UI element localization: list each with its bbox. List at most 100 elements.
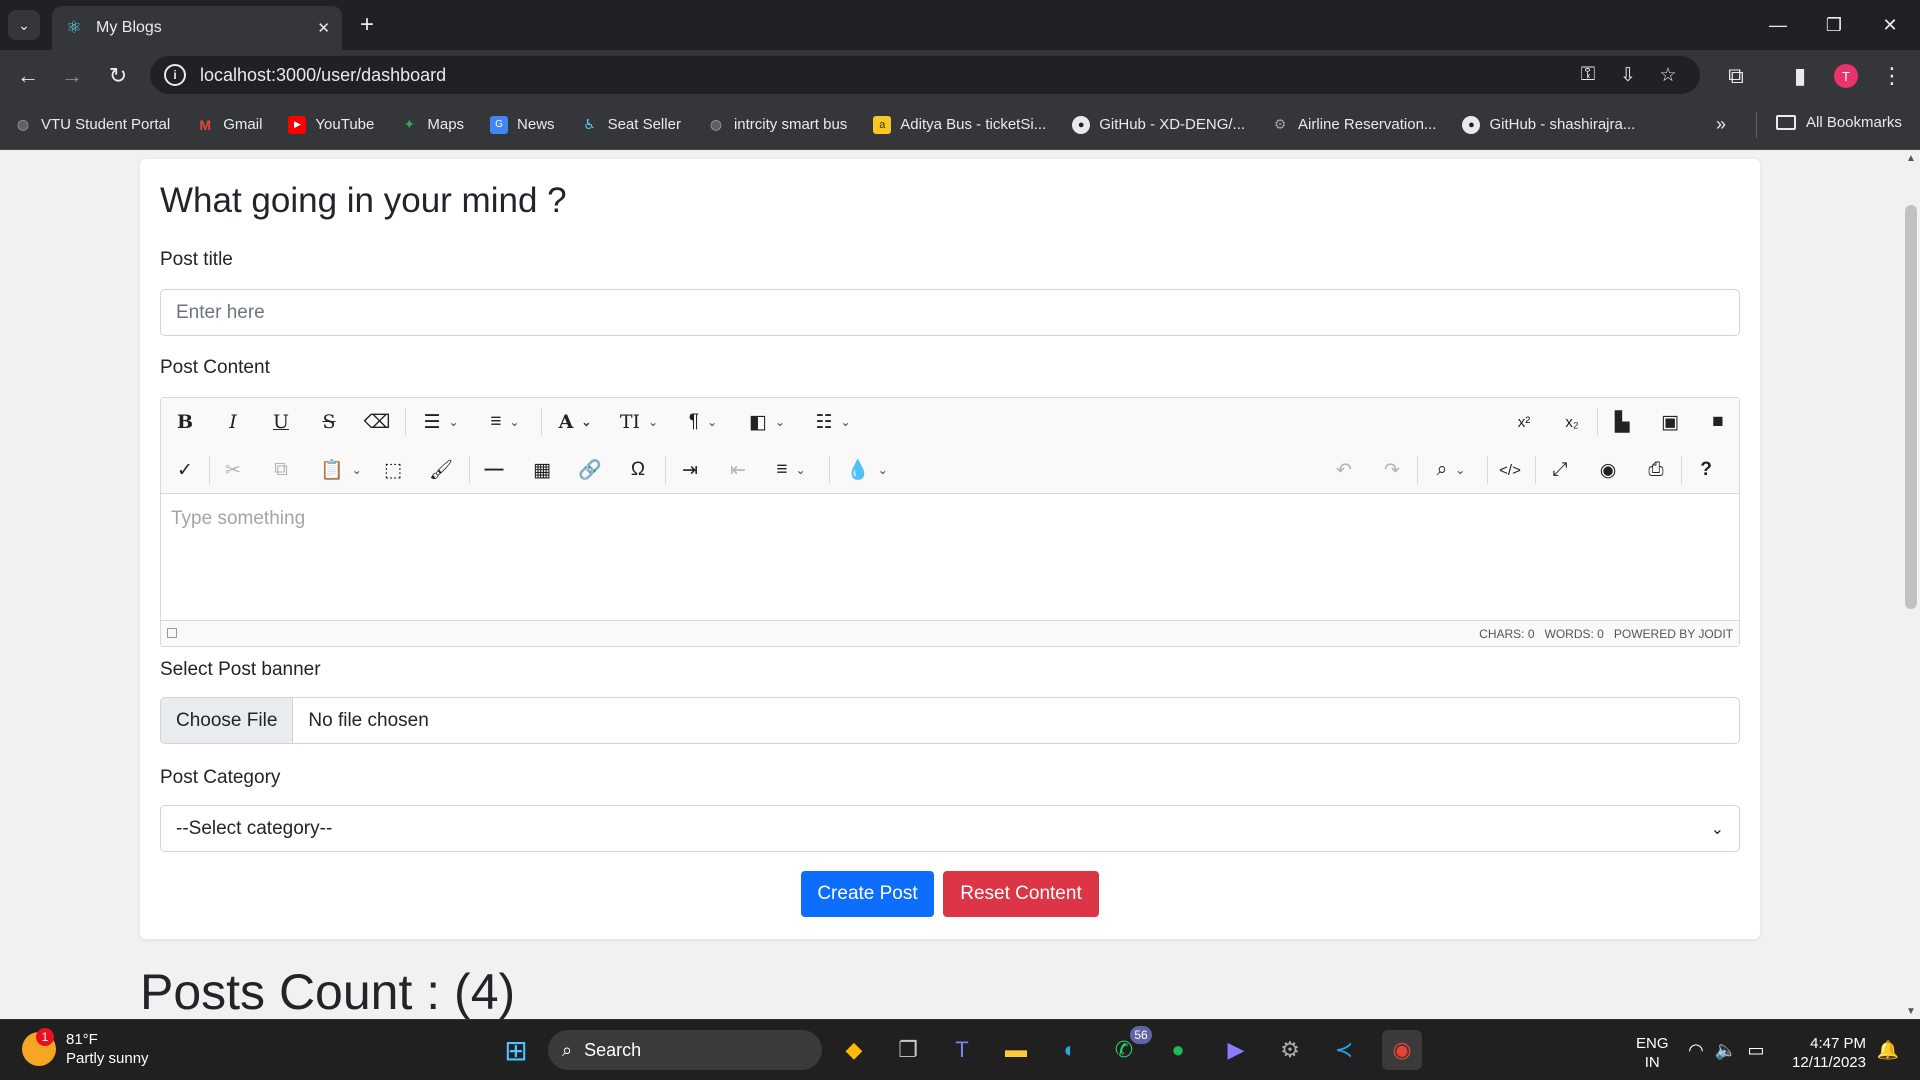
windows-start-icon[interactable]: ⊞ xyxy=(496,1030,536,1070)
numbered-list-icon[interactable]: ≡ ⌄ xyxy=(481,405,529,439)
eraser-icon[interactable]: ⌫ xyxy=(364,405,391,439)
line-height-icon[interactable]: ☷ ⌄ xyxy=(809,405,857,439)
powered-by-link[interactable]: POWERED BY JODIT xyxy=(1614,627,1733,641)
scrollbar-thumb[interactable] xyxy=(1905,205,1917,609)
browser-menu-button[interactable]: ⋮ xyxy=(1874,58,1910,94)
subscript-icon[interactable]: x₂ xyxy=(1557,405,1587,439)
profile-avatar[interactable]: T xyxy=(1834,64,1858,88)
edge-icon[interactable]: ◐ xyxy=(1050,1030,1090,1070)
file-explorer-icon[interactable]: ▬ xyxy=(996,1030,1036,1070)
forward-button[interactable]: → xyxy=(54,58,90,94)
taskbar-search[interactable]: ⌕ Search xyxy=(548,1030,822,1070)
bold-icon[interactable]: B xyxy=(173,405,197,439)
outdent-icon[interactable]: ⇤ xyxy=(723,453,753,487)
scroll-up-icon[interactable]: ▲ xyxy=(1906,153,1916,164)
clock[interactable]: 4:47 PM 12/11/2023 xyxy=(1786,1034,1866,1072)
post-title-input[interactable]: Enter here xyxy=(160,289,1740,336)
scroll-down-icon[interactable]: ▼ xyxy=(1906,1006,1916,1017)
back-button[interactable]: ← xyxy=(10,58,46,94)
align-icon[interactable]: ≡ ⌄ xyxy=(767,453,815,487)
new-tab-button[interactable]: + xyxy=(352,10,382,40)
reset-content-button[interactable]: Reset Content xyxy=(943,871,1099,917)
link-icon[interactable]: 🔗 xyxy=(575,453,605,487)
close-window-button[interactable]: ✕ xyxy=(1862,0,1918,50)
redo-icon[interactable]: ↷ xyxy=(1377,453,1407,487)
teams-icon[interactable]: T xyxy=(942,1030,982,1070)
bookmark-aditya-bus[interactable]: a Aditya Bus - ticketSi... xyxy=(873,115,1046,134)
font-size-icon[interactable]: TI ⌄ xyxy=(615,405,663,439)
italic-icon[interactable]: I xyxy=(221,405,245,439)
spellcheck-icon[interactable]: ✓ xyxy=(173,453,197,487)
bookmark-youtube[interactable]: ▶ YouTube xyxy=(288,115,374,134)
bookmark-maps[interactable]: ✦ Maps xyxy=(400,116,464,134)
power-automate-icon[interactable]: ▶ xyxy=(1216,1030,1256,1070)
weather-widget[interactable]: 1 81°F Partly sunny xyxy=(22,1028,149,1068)
reload-button[interactable]: ↻ xyxy=(100,58,136,94)
undo-icon[interactable]: ↶ xyxy=(1329,453,1359,487)
bullet-list-icon[interactable]: ☰ ⌄ xyxy=(417,405,465,439)
chrome-icon[interactable]: ◉ xyxy=(1382,1030,1422,1070)
image-icon[interactable]: ▣ xyxy=(1655,405,1685,439)
page-scrollbar[interactable]: ▲ ▼ xyxy=(1902,151,1920,1019)
address-bar[interactable]: i localhost:3000/user/dashboard ⚿ ⇩ ☆ xyxy=(150,56,1700,94)
install-app-icon[interactable]: ⇩ xyxy=(1610,57,1646,93)
underline-icon[interactable]: U xyxy=(269,405,293,439)
extensions-button[interactable]: ⧉ xyxy=(1718,58,1754,94)
more-bookmarks-chevron-icon[interactable]: » xyxy=(1716,114,1726,135)
file-icon[interactable]: ▙ xyxy=(1607,405,1637,439)
help-icon[interactable]: ? xyxy=(1691,453,1721,487)
print-icon[interactable]: ⎙ xyxy=(1641,453,1671,487)
cut-icon[interactable]: ✂ xyxy=(221,453,245,487)
horizontal-rule-icon[interactable]: — xyxy=(479,453,509,487)
notification-bell-icon[interactable]: 🔔 xyxy=(1868,1030,1908,1070)
spotify-icon[interactable]: ● xyxy=(1158,1030,1198,1070)
special-character-icon[interactable]: Ω xyxy=(623,453,653,487)
task-view-icon[interactable]: ❐ xyxy=(888,1030,928,1070)
editor-content-area[interactable]: Type something xyxy=(161,494,1739,620)
battery-icon[interactable]: ▭ xyxy=(1736,1030,1776,1070)
strikethrough-icon[interactable]: S xyxy=(317,405,341,439)
side-panel-button[interactable]: ▮ xyxy=(1782,58,1818,94)
language-indicator[interactable]: ENG IN xyxy=(1636,1034,1669,1072)
url-text[interactable]: localhost:3000/user/dashboard xyxy=(200,65,1566,86)
select-all-icon[interactable]: ⬚ xyxy=(381,453,405,487)
format-painter-icon[interactable]: 🖌 xyxy=(429,453,453,487)
brush-color-icon[interactable]: 💧 ⌄ xyxy=(843,453,891,487)
classes-icon[interactable]: ◧ ⌄ xyxy=(743,405,791,439)
vscode-icon[interactable]: ≺ xyxy=(1324,1030,1364,1070)
tab-search-button[interactable]: ⌄ xyxy=(8,10,40,40)
superscript-icon[interactable]: x² xyxy=(1509,405,1539,439)
video-icon[interactable]: ■ xyxy=(1703,405,1733,439)
restore-button[interactable]: ❐ xyxy=(1806,0,1862,50)
paste-icon[interactable]: 📋 ⌄ xyxy=(317,453,365,487)
bookmark-vtu[interactable]: ◍ VTU Student Portal xyxy=(14,116,170,134)
bookmark-gmail[interactable]: M Gmail xyxy=(196,116,262,134)
settings-gear-icon[interactable]: ⚙ xyxy=(1270,1030,1310,1070)
table-icon[interactable]: ▦ xyxy=(527,453,557,487)
source-code-icon[interactable]: </> xyxy=(1495,453,1525,487)
star-icon[interactable]: ☆ xyxy=(1650,57,1686,93)
bookmark-seat-seller[interactable]: ♿ Seat Seller xyxy=(581,116,681,134)
key-icon[interactable]: ⚿ xyxy=(1570,57,1606,93)
bookmark-airline[interactable]: ⚙ Airline Reservation... xyxy=(1271,116,1437,134)
indent-icon[interactable]: ⇥ xyxy=(675,453,705,487)
copy-icon[interactable]: ⧉ xyxy=(269,453,293,487)
find-icon[interactable]: ⌕ ⌄ xyxy=(1427,453,1475,487)
browser-tab[interactable]: ⚛ My Blogs ✕ xyxy=(52,6,342,50)
copilot-pre-icon[interactable]: ◆ xyxy=(834,1030,874,1070)
minimize-button[interactable]: — xyxy=(1750,0,1806,50)
info-icon[interactable]: i xyxy=(164,64,186,86)
banner-file-input[interactable]: Choose File No file chosen xyxy=(160,697,1740,744)
bookmark-news[interactable]: G News xyxy=(490,115,555,134)
font-icon[interactable]: A ⌄ xyxy=(551,405,599,439)
choose-file-button[interactable]: Choose File xyxy=(161,698,294,743)
all-bookmarks-button[interactable]: All Bookmarks xyxy=(1776,114,1902,131)
bookmark-intrcity[interactable]: ◍ intrcity smart bus xyxy=(707,116,847,134)
paragraph-icon[interactable]: ¶ ⌄ xyxy=(679,405,727,439)
fullscreen-icon[interactable]: ⤢ xyxy=(1545,453,1575,487)
category-select[interactable]: --Select category-- ⌄ xyxy=(160,805,1740,852)
resize-handle-icon[interactable] xyxy=(167,628,177,638)
whatsapp-icon[interactable]: ✆ 56 xyxy=(1104,1026,1152,1070)
create-post-button[interactable]: Create Post xyxy=(801,871,934,917)
close-icon[interactable]: ✕ xyxy=(317,19,330,37)
